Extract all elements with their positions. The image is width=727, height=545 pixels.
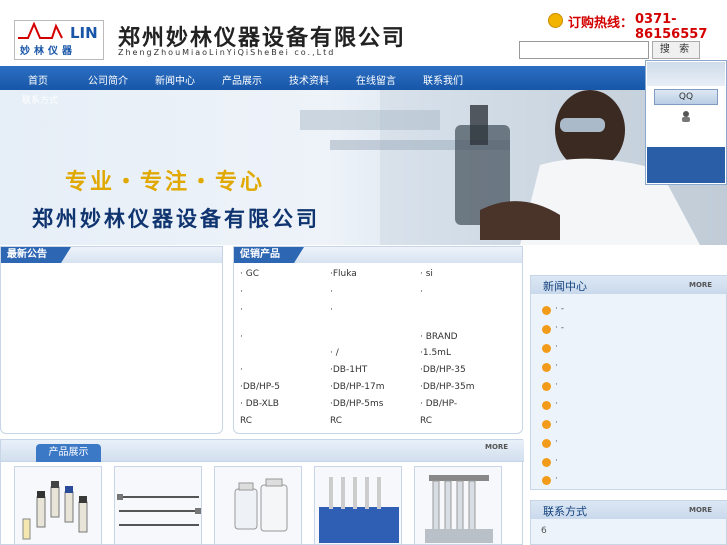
nav-item-about[interactable]: 公司简介 [88, 72, 128, 87]
promo-item[interactable]: RC [420, 416, 432, 426]
notice-panel: 最新公告 [0, 246, 223, 434]
arrow-icon [542, 439, 551, 448]
arrow-icon [542, 420, 551, 429]
person-icon[interactable] [680, 110, 692, 122]
instrument-image [319, 477, 399, 543]
promo-item[interactable]: · si [420, 269, 433, 279]
logo-text: LIN [70, 24, 98, 42]
products-panel-header: 产品展示 MORE [1, 440, 524, 462]
news-item[interactable]: · [555, 456, 558, 466]
news-item[interactable]: · - [555, 323, 564, 333]
site-header: LIN 妙林仪器 郑州妙林仪器设备有限公司 ZhengZhouMiaoLinYi… [0, 0, 727, 66]
arrow-icon [542, 458, 551, 467]
nav-item-tech[interactable]: 技术资料 [289, 72, 329, 87]
hero-banner: 联系方式 专业・专注・专心 郑州妙林仪器设备有限公司 [0, 90, 727, 245]
news-item[interactable]: · - [555, 304, 564, 314]
promo-item[interactable]: ·DB/HP-35m [420, 382, 474, 392]
promo-item[interactable]: · DB-XLB [240, 399, 279, 409]
banner-slogan: 专业・专注・专心 [65, 169, 266, 195]
nav-item-home[interactable]: 首页 [28, 72, 48, 87]
contact-panel: 联系方式 MORE 6 [530, 500, 727, 545]
promo-item[interactable]: · [240, 305, 243, 315]
promo-item[interactable]: · DB/HP- [420, 399, 457, 409]
news-panel: 新闻中心 MORE · - · - · · · · · · · · [530, 275, 727, 490]
contact-panel-header: 联系方式 MORE [531, 501, 727, 519]
news-item[interactable]: · [555, 342, 558, 352]
promo-item[interactable]: RC [240, 416, 252, 426]
qq-float-panel: QQ [645, 60, 727, 185]
promo-panel-header: 促销产品 [234, 247, 522, 263]
banner-company-name: 郑州妙林仪器设备有限公司 [32, 206, 320, 231]
product-thumb[interactable] [14, 466, 102, 545]
search-input[interactable] [519, 41, 649, 59]
promo-item[interactable]: · [240, 332, 243, 342]
contact-more-link[interactable]: MORE [689, 506, 712, 514]
product-thumb[interactable] [314, 466, 402, 545]
qq-panel-footer [647, 147, 725, 183]
arrow-icon [542, 476, 551, 485]
news-item[interactable]: · [555, 437, 558, 447]
qq-panel-header [647, 62, 725, 86]
promo-item[interactable]: · [330, 305, 333, 315]
news-title: 新闻中心 [543, 280, 587, 293]
arrow-icon [542, 306, 551, 315]
promo-item[interactable]: ·DB/HP-17m [330, 382, 384, 392]
company-name-en: ZhengZhouMiaoLinYiQiSheBei co.,Ltd [118, 48, 336, 57]
product-thumb[interactable] [214, 466, 302, 545]
qq-button[interactable]: QQ [654, 89, 718, 105]
bottles-image [234, 478, 288, 532]
promo-item[interactable]: ·DB-1HT [330, 365, 367, 375]
news-item[interactable]: · [555, 474, 558, 484]
evaporator-image [425, 475, 493, 543]
promo-item[interactable]: · BRAND [420, 332, 458, 342]
products-title: 产品展示 [36, 444, 101, 462]
promo-item[interactable]: ·DB/HP-35 [420, 365, 466, 375]
nav-item-contact[interactable]: 联系我们 [423, 72, 463, 87]
promo-title: 促销产品 [234, 247, 304, 263]
promo-item[interactable]: · GC [240, 269, 259, 279]
arrow-icon [542, 325, 551, 334]
promo-item[interactable]: ·DB/HP-5ms [330, 399, 383, 409]
arrow-icon [542, 344, 551, 353]
promo-item[interactable]: · / [330, 348, 339, 358]
news-item[interactable]: · [555, 380, 558, 390]
news-panel-header: 新闻中心 MORE [531, 276, 727, 294]
smiley-icon [548, 13, 563, 28]
logo-caption: 妙林仪器 [20, 46, 76, 57]
hotline-label: 订购热线： [568, 16, 634, 31]
nav-item-products[interactable]: 产品展示 [222, 72, 262, 87]
columns-image [117, 494, 201, 526]
promo-item[interactable]: · [240, 287, 243, 297]
news-item[interactable]: · [555, 361, 558, 371]
product-thumb[interactable] [414, 466, 502, 545]
promo-item[interactable]: · [240, 365, 243, 375]
arrow-icon [542, 401, 551, 410]
promo-item[interactable]: ·Fluka [330, 269, 357, 279]
arrow-icon [542, 382, 551, 391]
promo-panel: 促销产品 · GC ·Fluka · si · · · · · · BRAND … [233, 246, 523, 434]
notice-title: 最新公告 [1, 247, 71, 263]
promo-item[interactable]: RC [330, 416, 342, 426]
promo-item[interactable]: ·1.5mL [420, 348, 451, 358]
arrow-icon [542, 363, 551, 372]
logo-mark-icon: LIN [18, 22, 98, 42]
promo-item[interactable]: · [330, 287, 333, 297]
main-nav: 首页 公司简介 新闻中心 产品展示 技术资料 在线留言 联系我们 [0, 66, 645, 90]
search-button[interactable]: 搜 索 [652, 41, 700, 59]
nav-item-news[interactable]: 新闻中心 [155, 72, 195, 87]
contact-title: 联系方式 [543, 505, 587, 518]
promo-item[interactable]: ·DB/HP-5 [240, 382, 280, 392]
news-item[interactable]: · [555, 418, 558, 428]
vials-image [22, 481, 88, 540]
hotline-number: 0371-86156557 [635, 12, 708, 42]
product-thumb[interactable] [114, 466, 202, 545]
contact-line: 6 [541, 526, 547, 536]
nav-sub-item-contact[interactable]: 联系方式 [22, 93, 58, 106]
news-more-link[interactable]: MORE [689, 281, 712, 289]
promo-item[interactable]: · [420, 287, 423, 297]
nav-item-message[interactable]: 在线留言 [356, 72, 396, 87]
products-more-link[interactable]: MORE [485, 443, 508, 451]
news-item[interactable]: · [555, 399, 558, 409]
notice-panel-header: 最新公告 [1, 247, 222, 263]
